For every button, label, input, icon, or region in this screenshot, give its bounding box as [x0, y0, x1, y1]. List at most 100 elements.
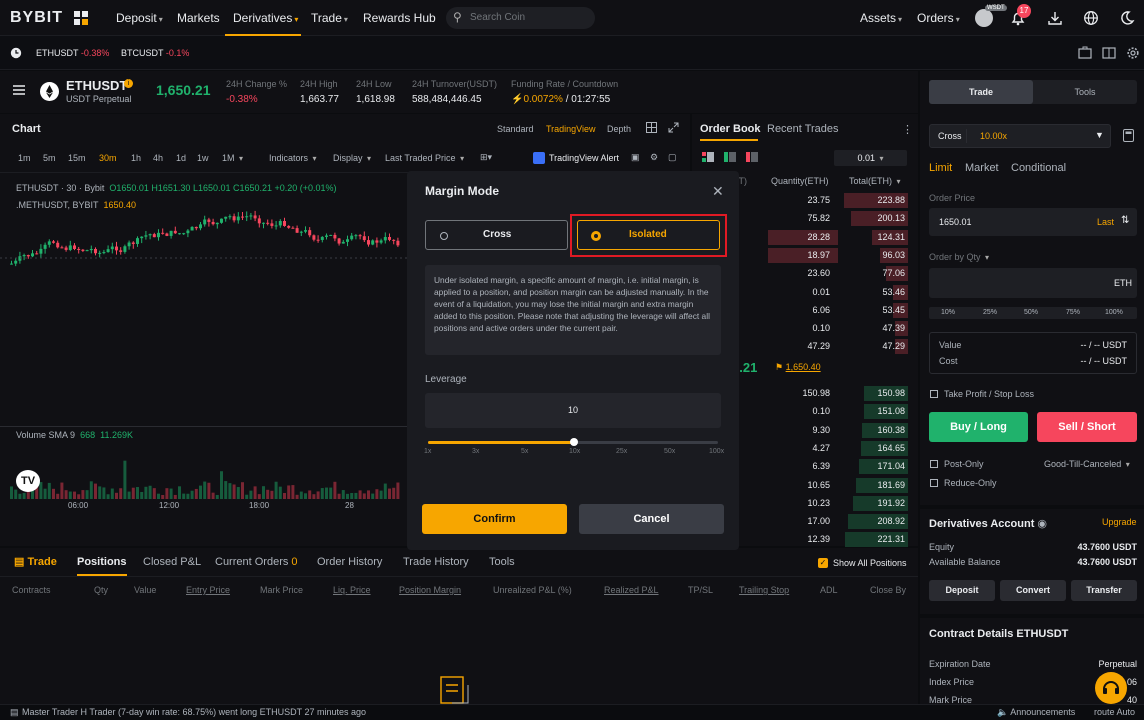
pct-100[interactable]: 100%	[1105, 309, 1123, 316]
nav-assets[interactable]: Assets ▾	[860, 0, 902, 36]
order-type-limit[interactable]: Limit	[929, 162, 952, 174]
tick-50x[interactable]: 50x	[664, 448, 675, 455]
leverage-slider-knob[interactable]	[570, 438, 579, 446]
interval-1h[interactable]: 1h	[131, 153, 141, 163]
convert-button[interactable]: Convert	[1000, 580, 1066, 601]
tab-tools[interactable]: Tools	[489, 548, 515, 576]
tab-order-book[interactable]: Order Book	[700, 123, 761, 135]
view-depth[interactable]: Depth	[607, 124, 631, 134]
margin-leverage-select[interactable]: Cross 10.00x ▼	[929, 124, 1111, 148]
nav-orders[interactable]: Orders ▾	[917, 0, 960, 36]
nav-deposit[interactable]: Deposit ▾	[116, 0, 163, 36]
support-headset-icon[interactable]	[1095, 672, 1127, 704]
interval-5m[interactable]: 5m	[43, 153, 56, 163]
menu-icon[interactable]	[12, 84, 26, 96]
swap-icon[interactable]: ⇅	[1121, 215, 1129, 226]
ob-asks-icon[interactable]	[746, 152, 758, 162]
tab-order-history[interactable]: Order History	[317, 548, 382, 576]
download-icon[interactable]	[1047, 10, 1063, 26]
tpsl-checkbox[interactable]	[930, 390, 938, 398]
announcements-link[interactable]: 🔈 Announcements	[997, 705, 1075, 720]
tick-100x[interactable]: 100x	[709, 448, 724, 455]
nav-trade[interactable]: Trade ▾	[311, 0, 348, 36]
display-menu[interactable]: Display ▾	[333, 153, 371, 163]
layout-icon[interactable]	[1078, 46, 1092, 60]
interval-30m[interactable]: 30m	[99, 153, 117, 163]
cancel-button[interactable]: Cancel	[579, 504, 724, 534]
ob-both-icon[interactable]	[702, 152, 714, 162]
globe-icon[interactable]	[1083, 10, 1099, 26]
settings-icon[interactable]	[1126, 46, 1140, 60]
candle-type-icon[interactable]: ⊞▾	[480, 152, 492, 163]
ticker-item-btcusdt[interactable]: BTCUSDT -0.1%	[121, 48, 189, 58]
more-icon[interactable]: ⋮	[902, 123, 913, 136]
post-only-checkbox[interactable]	[930, 460, 938, 468]
avatar[interactable]	[975, 9, 993, 27]
view-tradingview[interactable]: TradingView	[546, 124, 596, 134]
interval-4h[interactable]: 4h	[153, 153, 163, 163]
col-total[interactable]: Total(ETH) ▾	[849, 176, 901, 186]
pct-50[interactable]: 50%	[1024, 309, 1038, 316]
eye-icon[interactable]: ◉	[1037, 518, 1047, 530]
show-all-checkbox[interactable]: ✓	[818, 558, 828, 568]
calculator-icon[interactable]	[1123, 129, 1134, 142]
reduce-only-checkbox[interactable]	[930, 479, 938, 487]
leverage-slider[interactable]	[428, 438, 718, 446]
panel-tab-tools[interactable]: Tools	[1033, 80, 1137, 104]
upgrade-link[interactable]: Upgrade	[1102, 517, 1137, 527]
ob-bids-icon[interactable]	[724, 152, 736, 162]
interval-15m[interactable]: 15m	[68, 153, 86, 163]
symbol-name[interactable]: ETHUSDT	[66, 78, 127, 93]
moon-icon[interactable]	[1119, 10, 1135, 26]
trade-tab[interactable]: ▤ Trade	[14, 555, 57, 568]
tab-positions[interactable]: Positions	[77, 548, 127, 576]
close-icon[interactable]: ✕	[712, 183, 724, 200]
last-traded-menu[interactable]: Last Traded Price ▾	[385, 153, 464, 163]
view-standard[interactable]: Standard	[497, 124, 534, 134]
percent-slider[interactable]: 10% 25% 50% 75% 100%	[929, 307, 1137, 319]
tv-alert-button[interactable]: TradingView Alert	[549, 153, 619, 163]
interval-1M[interactable]: 1M ▾	[222, 153, 243, 163]
transfer-button[interactable]: Transfer	[1071, 580, 1137, 601]
tab-closed-pnl[interactable]: Closed P&L	[143, 548, 201, 576]
tick-1x[interactable]: 1x	[424, 448, 431, 455]
expand-icon[interactable]	[668, 122, 679, 133]
cross-radio[interactable]	[440, 232, 448, 240]
last-price-button[interactable]: Last	[1097, 217, 1114, 227]
order-type-conditional[interactable]: Conditional	[1011, 162, 1066, 174]
tick-25x[interactable]: 25x	[616, 448, 627, 455]
fullscreen-icon[interactable]: ▢	[668, 152, 677, 163]
panel-tab-trade[interactable]: Trade	[929, 80, 1033, 104]
order-type-market[interactable]: Market	[965, 162, 999, 174]
buy-long-button[interactable]: Buy / Long	[929, 412, 1028, 442]
tab-trade-history[interactable]: Trade History	[403, 548, 469, 576]
info-icon[interactable]: i	[124, 79, 133, 88]
status-message[interactable]: Master Trader H Trader (7-day win rate: …	[22, 705, 366, 720]
isolated-radio[interactable]	[591, 231, 601, 241]
order-qty-label[interactable]: Order by Qty ▾	[929, 252, 989, 262]
deposit-button[interactable]: Deposit	[929, 580, 995, 601]
route-status[interactable]: route Auto	[1094, 705, 1135, 720]
time-in-force-select[interactable]: Good-Till-Canceled ▾	[1044, 459, 1130, 469]
interval-1d[interactable]: 1d	[176, 153, 186, 163]
tick-5x[interactable]: 5x	[521, 448, 528, 455]
precision-select[interactable]: 0.01 ▾	[834, 150, 907, 166]
apps-grid-icon[interactable]	[74, 11, 88, 25]
sell-short-button[interactable]: Sell / Short	[1037, 412, 1137, 442]
order-price-input[interactable]: 1650.01 Last ⇅	[929, 208, 1137, 236]
interval-1w[interactable]: 1w	[197, 153, 209, 163]
grid-layout-icon[interactable]	[646, 122, 657, 133]
order-qty-input[interactable]: ETH	[929, 268, 1137, 298]
pct-10[interactable]: 10%	[941, 309, 955, 316]
tradingview-logo[interactable]: TV	[16, 470, 40, 492]
ticker-item-ethusdt[interactable]: ETHUSDT -0.38%	[36, 48, 109, 58]
camera-icon[interactable]: ▣	[631, 152, 640, 163]
cross-option[interactable]: Cross	[425, 220, 568, 250]
search-box[interactable]: ⚲ Search Coin	[446, 7, 595, 29]
pct-75[interactable]: 75%	[1066, 309, 1080, 316]
interval-1m[interactable]: 1m	[18, 153, 31, 163]
nav-markets[interactable]: Markets	[177, 0, 220, 36]
tab-recent-trades[interactable]: Recent Trades	[767, 123, 839, 135]
nav-rewards-hub[interactable]: Rewards Hub	[363, 0, 436, 36]
tab-current-orders[interactable]: Current Orders 0	[215, 548, 298, 576]
